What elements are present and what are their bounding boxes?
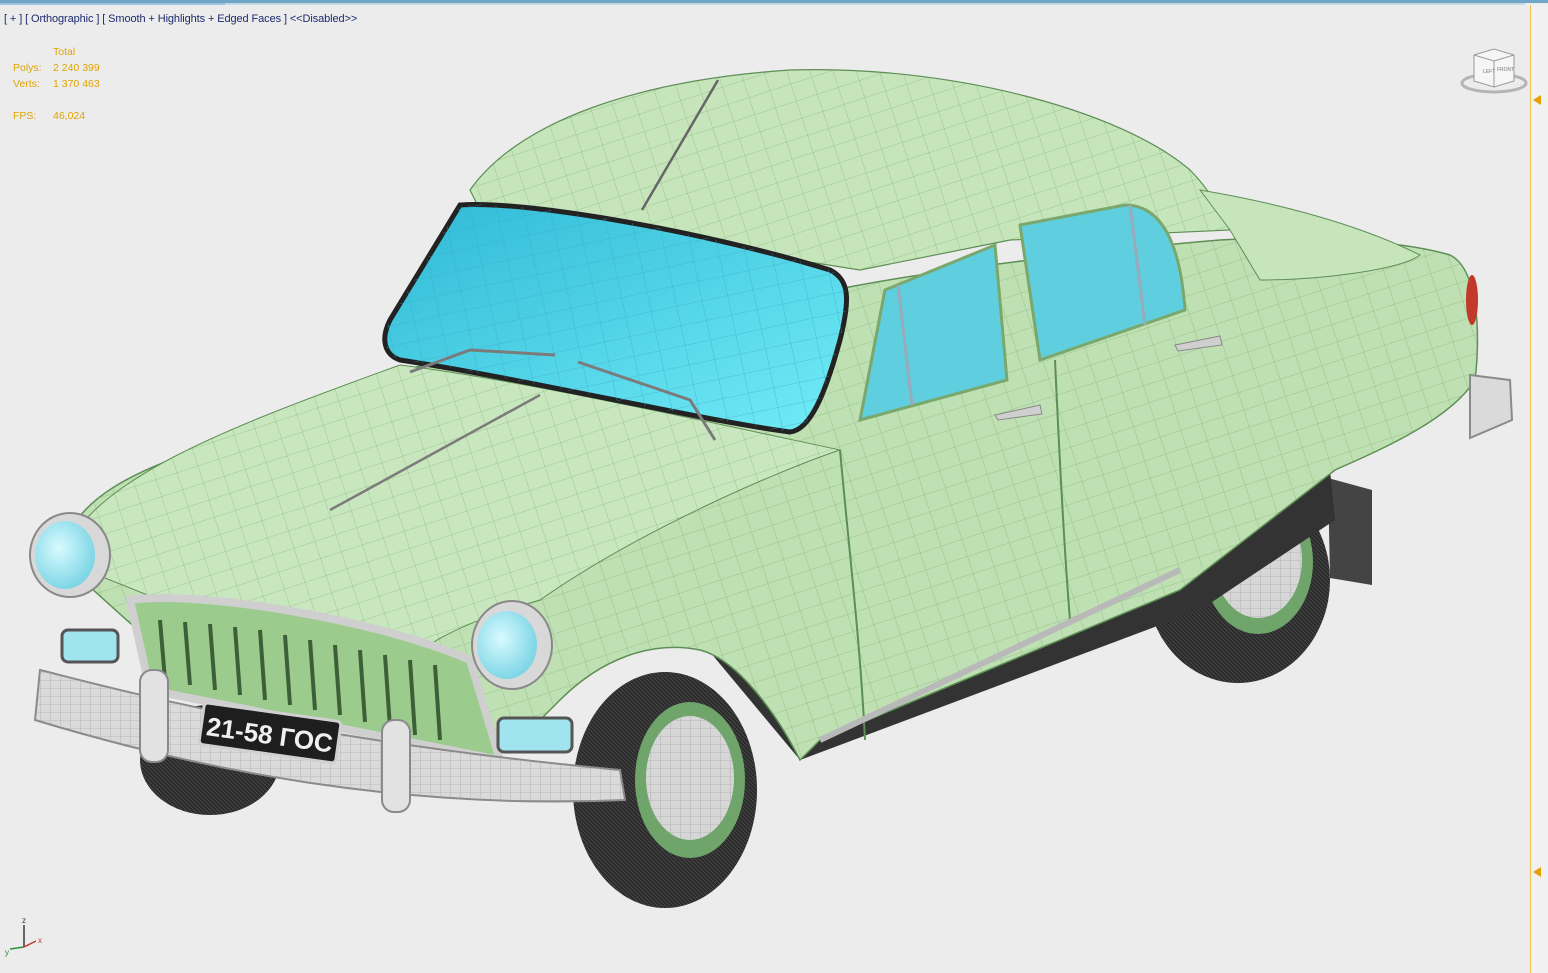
viewcube-front-face: FRONT [1497, 67, 1514, 73]
fps-label: FPS: [13, 110, 37, 122]
polys-label: Polys: [13, 62, 42, 74]
car-model[interactable]: 21-58 ГОС [0, 5, 1531, 973]
fog-light-left [60, 628, 120, 664]
statistics-overlay: Total Polys: 2 240 399 Verts: 1 370 463 FP… [13, 44, 100, 124]
viewcube-icon[interactable]: LEFT FRONT [1456, 43, 1532, 99]
polys-value: 2 240 399 [53, 62, 100, 74]
axis-x-label: x [38, 936, 42, 945]
viewcube-left-face: LEFT [1483, 69, 1495, 75]
axis-tripod-icon: z x y [5, 917, 42, 957]
headlight-right [471, 600, 553, 690]
verts-value: 1 370 463 [53, 78, 100, 90]
fog-light-right [496, 716, 574, 754]
mudflap [1328, 478, 1372, 585]
time-slider-rail[interactable] [1530, 5, 1548, 973]
axis-y-label: y [5, 948, 9, 957]
axis-z-label: z [22, 917, 26, 925]
viewport-label[interactable]: [ + ] [ Orthographic ] [ Smooth + Highli… [4, 13, 357, 25]
rail-arrow-bottom-icon[interactable] [1533, 867, 1541, 877]
rail-arrow-top-icon[interactable] [1533, 95, 1541, 105]
tail-light [1466, 275, 1478, 325]
stats-header: Total [53, 46, 76, 58]
fps-value: 46,024 [53, 110, 86, 122]
verts-label: Verts: [13, 78, 40, 90]
perspective-viewport[interactable]: 21-58 ГОС [ + ] [ Orthographic ] [ Smoot… [0, 5, 1531, 973]
headlight-left [29, 512, 111, 598]
rear-bumper [1469, 373, 1514, 440]
